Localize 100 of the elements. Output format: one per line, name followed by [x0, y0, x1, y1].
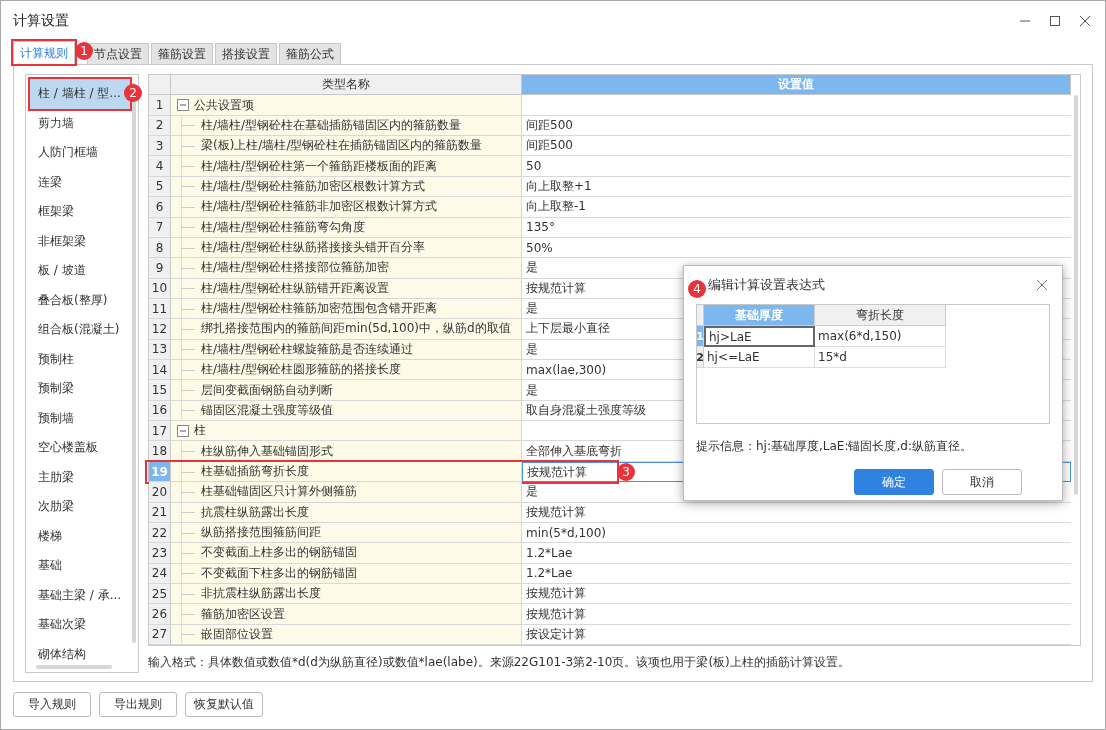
category-item[interactable]: 空心楼盖板: [30, 433, 130, 463]
scrollbar[interactable]: [36, 665, 112, 669]
category-item[interactable]: 剪力墙: [30, 108, 130, 138]
setting-value[interactable]: 1.2*Lae: [526, 545, 573, 560]
setting-value[interactable]: 1.2*Lae: [526, 566, 573, 581]
setting-name: 箍筋加密区设置: [201, 605, 285, 623]
row-number: 1: [149, 95, 171, 116]
row-number: 18: [149, 441, 171, 462]
group-label: 公共设置项: [194, 96, 254, 114]
column-header[interactable]: 弯折长度: [815, 305, 946, 326]
category-item[interactable]: 基础主梁 / 承...: [30, 580, 130, 610]
tab[interactable]: 箍筋设置: [151, 43, 213, 64]
category-item[interactable]: 砌体结构: [30, 639, 130, 669]
category-item[interactable]: 主肋梁: [30, 462, 130, 492]
setting-name: 锚固区混凝土强度等级值: [201, 401, 333, 419]
setting-name: 不变截面上柱多出的钢筋锚固: [201, 544, 357, 562]
category-item[interactable]: 人防门框墙: [30, 138, 130, 168]
row-number: 5: [149, 176, 171, 198]
category-item[interactable]: 预制柱: [30, 344, 130, 374]
tab[interactable]: 计算规则: [13, 41, 75, 64]
tab[interactable]: 搭接设置: [215, 43, 277, 64]
setting-value[interactable]: 间距500: [526, 116, 573, 134]
setting-name: 柱/墙柱/型钢砼柱纵筋搭接接头错开百分率: [201, 239, 426, 257]
setting-value[interactable]: 是: [526, 300, 538, 318]
action-button[interactable]: 恢复默认值: [185, 692, 263, 717]
row-number: 15: [149, 380, 171, 401]
row-number: 7: [149, 217, 171, 238]
category-item[interactable]: 基础: [30, 551, 130, 581]
category-item[interactable]: 组合板(混凝土): [30, 315, 130, 345]
maximize-icon[interactable]: [1047, 13, 1063, 29]
expression-cell[interactable]: max(6*d,150): [815, 326, 946, 347]
row-number: 14: [149, 360, 171, 381]
setting-value[interactable]: 上下层最小直径: [526, 320, 610, 338]
category-item[interactable]: 预制墙: [30, 403, 130, 433]
setting-name: 绑扎搭接范围内的箍筋间距min(5d,100)中，纵筋d的取值: [201, 320, 511, 338]
action-button[interactable]: 导出规则: [99, 692, 177, 717]
setting-value[interactable]: min(5*d,100): [526, 525, 606, 540]
group-label: 柱: [194, 422, 206, 440]
setting-name: 不变截面下柱多出的钢筋锚固: [201, 564, 357, 582]
setting-value[interactable]: 50: [526, 159, 542, 174]
setting-value[interactable]: 是: [526, 483, 538, 501]
setting-value[interactable]: 按规范计算: [526, 585, 586, 603]
setting-value[interactable]: 取自身混凝土强度等级: [526, 401, 646, 419]
cancel-button[interactable]: 取消: [942, 469, 1022, 495]
expression-cell[interactable]: hj<=LaE: [704, 347, 815, 368]
setting-value[interactable]: 按规范计算: [526, 503, 586, 521]
category-item[interactable]: 基础次梁: [30, 610, 130, 640]
setting-value[interactable]: 间距500: [526, 137, 573, 155]
setting-value[interactable]: max(lae,300): [526, 362, 607, 377]
category-item[interactable]: 框架梁: [30, 197, 130, 227]
close-icon[interactable]: [1077, 13, 1093, 29]
collapse-icon[interactable]: [177, 424, 189, 437]
setting-value[interactable]: 是: [526, 259, 538, 277]
column-header[interactable]: 类型名称: [171, 75, 522, 96]
category-item[interactable]: 连梁: [30, 167, 130, 197]
setting-value[interactable]: 50%: [526, 240, 553, 255]
category-item[interactable]: 非框架梁: [30, 226, 130, 256]
setting-name: 柱/墙柱/型钢砼柱螺旋箍筋是否连续通过: [201, 340, 414, 358]
category-item[interactable]: 柱 / 墙柱 / 型...: [30, 79, 130, 109]
setting-value[interactable]: 全部伸入基底弯折: [526, 442, 622, 460]
setting-value[interactable]: 是: [526, 381, 538, 399]
row-number: 26: [149, 604, 171, 625]
row-number: 12: [149, 319, 171, 340]
collapse-icon[interactable]: [177, 99, 189, 112]
category-item[interactable]: 板 / 坡道: [30, 256, 130, 286]
action-button[interactable]: 导入规则: [13, 692, 91, 717]
row-number: 19: [149, 461, 171, 483]
category-item[interactable]: 叠合板(整厚): [30, 285, 130, 315]
scrollbar[interactable]: [1074, 95, 1078, 495]
row-number: 11: [149, 298, 171, 320]
tab[interactable]: 节点设置: [87, 43, 149, 64]
setting-value[interactable]: 按设定计算: [526, 625, 586, 643]
setting-name: 柱/墙柱/型钢砼柱搭接部位箍筋加密: [201, 259, 390, 277]
setting-value[interactable]: 按规范计算: [527, 463, 587, 481]
setting-value[interactable]: 按规范计算: [526, 605, 586, 623]
setting-value[interactable]: 135°: [526, 220, 555, 235]
setting-value[interactable]: 向上取整+1: [526, 177, 592, 195]
confirm-button[interactable]: 确定: [854, 469, 934, 495]
setting-value[interactable]: 按规范计算: [526, 279, 586, 297]
expression-cell[interactable]: hj>LaE: [704, 326, 815, 347]
setting-name: 柱/墙柱/型钢砼柱箍筋非加密区根数计算方式: [201, 198, 438, 216]
dialog-title: 编辑计算设置表达式: [708, 276, 825, 294]
close-icon[interactable]: [1034, 277, 1050, 293]
row-number: 6: [149, 197, 171, 218]
row-number: 17: [149, 421, 171, 442]
step-badge: 2: [124, 84, 142, 102]
setting-name: 柱/墙柱/型钢砼柱在基础插筋锚固区内的箍筋数量: [201, 116, 462, 134]
step-badge: 1: [75, 42, 93, 60]
setting-value[interactable]: 是: [526, 340, 538, 358]
tab[interactable]: 箍筋公式: [279, 43, 341, 64]
category-item[interactable]: 次肋梁: [30, 492, 130, 522]
input-hint: 输入格式：具体数值或数值*d(d为纵筋直径)或数值*lae(labe)。来源22G101-3第2-10页。该项也用于梁(板)上柱的插筋计算设置。: [148, 654, 851, 671]
category-item[interactable]: 楼梯: [30, 521, 130, 551]
setting-value[interactable]: 向上取整-1: [526, 198, 586, 216]
setting-name: 柱基础锚固区只计算外侧箍筋: [201, 483, 357, 501]
category-item[interactable]: 预制梁: [30, 374, 130, 404]
row-number: 16: [149, 400, 171, 422]
expression-cell[interactable]: 15*d: [815, 347, 946, 368]
step-badge: 4: [688, 280, 706, 298]
row-number: 27: [149, 624, 171, 646]
